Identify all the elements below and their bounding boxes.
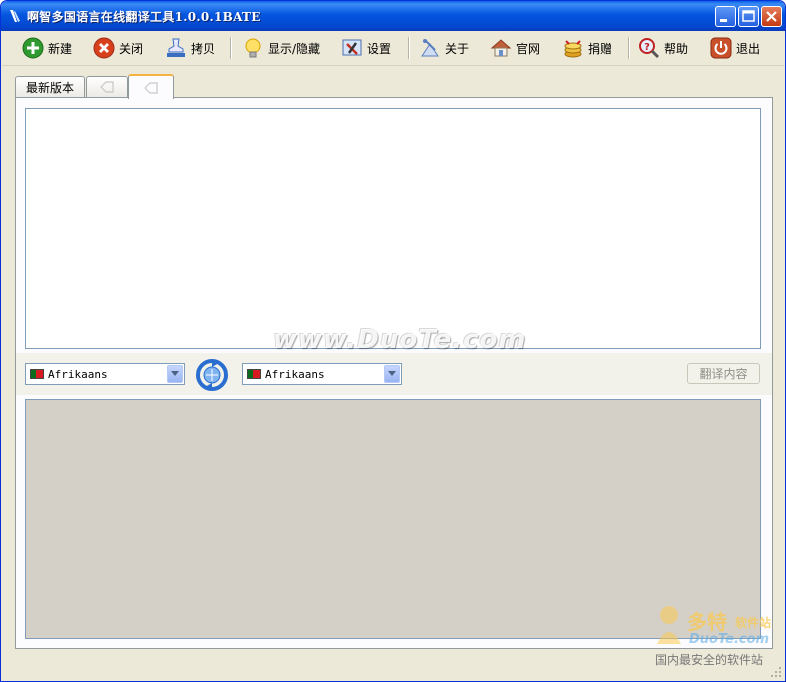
mascot-icon	[657, 606, 681, 644]
tag-icon	[144, 81, 158, 94]
about-label: 关于	[445, 41, 470, 56]
tab-blank-2[interactable]	[128, 74, 174, 99]
toolbar-separator	[408, 37, 410, 59]
watermark-text: www.DuoTe.com	[273, 325, 527, 355]
flag-icon	[30, 369, 44, 379]
donate-button[interactable]: 捐赠	[562, 36, 612, 60]
translate-button[interactable]: 翻译内容	[687, 363, 760, 384]
help-button[interactable]: ? 帮助	[638, 36, 688, 60]
minimize-icon	[720, 19, 727, 22]
satellite-icon	[421, 39, 439, 57]
chevron-down-icon[interactable]	[384, 365, 400, 383]
flag-icon	[247, 369, 261, 379]
donate-label: 捐赠	[588, 41, 613, 56]
help-magnifier-icon: ?	[639, 38, 660, 59]
window-title: 啊智多国语言在线翻译工具1.0.0.1BATE	[27, 10, 261, 24]
copy-stamp-icon	[167, 38, 185, 57]
show-hide-label: 显示/隐藏	[268, 41, 321, 56]
resize-grip-icon[interactable]	[770, 666, 782, 678]
homepage-button[interactable]: 官网	[490, 36, 540, 60]
exit-label: 退出	[736, 41, 761, 56]
minimize-button[interactable]	[715, 6, 736, 27]
app-icon	[10, 10, 20, 22]
tab-blank-1[interactable]	[86, 76, 128, 97]
target-language-value: Afrikaans	[265, 367, 325, 381]
house-icon	[490, 39, 512, 57]
close-icon	[766, 11, 777, 22]
lightbulb-icon	[245, 38, 261, 58]
watermark-slogan: 国内最安全的软件站	[655, 653, 764, 667]
settings-label: 设置	[367, 41, 392, 56]
target-language-select[interactable]: Afrikaans	[242, 363, 402, 385]
power-icon	[710, 37, 732, 59]
coins-icon	[564, 40, 582, 58]
swap-arrows-icon[interactable]	[195, 358, 229, 392]
copy-button[interactable]: 拷贝	[165, 36, 215, 60]
tab-latest-version[interactable]: 最新版本	[15, 76, 85, 97]
toolbar-separator	[628, 37, 630, 59]
corner-watermark-logo: 多特 软件站 DuoTe.com 国内最安全的软件站	[651, 604, 783, 674]
app-window: 啊智多国语言在线翻译工具1.0.0.1BATE 新建 关闭 拷贝 显示/隐藏 设…	[0, 0, 786, 682]
homepage-label: 官网	[516, 41, 541, 56]
source-language-select[interactable]: Afrikaans	[25, 363, 185, 385]
close-doc-button[interactable]: 关闭	[93, 36, 143, 60]
settings-button[interactable]: 设置	[341, 36, 391, 60]
tab-latest-version-label: 最新版本	[25, 80, 74, 95]
x-circle-icon	[93, 37, 115, 59]
new-label: 新建	[48, 41, 73, 56]
maximize-icon	[742, 10, 755, 22]
close-button[interactable]	[761, 6, 782, 27]
watermark-brand-suffix: 软件站	[735, 616, 772, 630]
watermark-url: DuoTe.com	[689, 632, 770, 647]
watermark-brand: 多特	[687, 610, 727, 634]
source-text-area[interactable]	[25, 108, 761, 349]
new-button[interactable]: 新建	[22, 36, 72, 60]
toolbar-separator	[230, 37, 232, 59]
svg-text:?: ?	[644, 42, 650, 53]
chevron-down-icon[interactable]	[167, 365, 183, 383]
plus-circle-icon	[22, 37, 44, 59]
about-button[interactable]: 关于	[419, 36, 469, 60]
tag-icon	[100, 81, 114, 93]
help-label: 帮助	[664, 41, 689, 56]
close-doc-label: 关闭	[119, 41, 144, 56]
maximize-button[interactable]	[738, 6, 759, 27]
settings-tools-icon	[342, 39, 362, 56]
show-hide-button[interactable]: 显示/隐藏	[242, 36, 320, 60]
source-language-value: Afrikaans	[48, 367, 108, 381]
exit-button[interactable]: 退出	[710, 36, 760, 60]
copy-label: 拷贝	[191, 41, 216, 56]
result-text-area[interactable]	[25, 399, 761, 639]
title-bar[interactable]: 啊智多国语言在线翻译工具1.0.0.1BATE	[1, 1, 785, 31]
toolbar: 新建 关闭 拷贝 显示/隐藏 设置 关于 官网 捐赠 ? 帮助 退出	[2, 31, 784, 66]
